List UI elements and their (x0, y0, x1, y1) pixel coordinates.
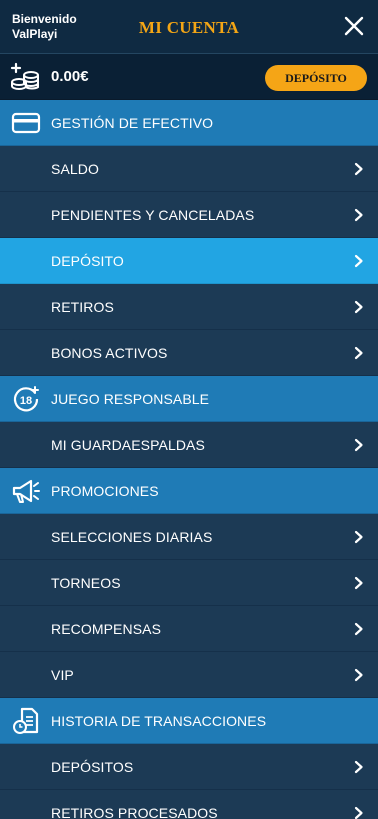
document-clock-icon (13, 707, 39, 734)
menu-item-selecciones-diarias[interactable]: SELECCIONES DIARIAS (0, 514, 378, 560)
chevron-right-icon (354, 806, 363, 819)
chevron-right-icon (354, 576, 363, 590)
chevron-right-icon (354, 208, 363, 222)
menu-item-retiros[interactable]: RETIROS (0, 284, 378, 330)
chevron-right-icon (354, 760, 363, 774)
section-label: JUEGO RESPONSABLE (51, 391, 210, 407)
header: Bienvenido ValPlayi MI CUENTA (0, 0, 378, 54)
age-18-plus-icon: 18 (13, 386, 39, 412)
svg-text:18: 18 (20, 395, 32, 407)
section-label: PROMOCIONES (51, 483, 159, 499)
coins-plus-icon (10, 62, 39, 90)
menu-item-depositos[interactable]: DEPÓSITOS (0, 744, 378, 790)
menu-item-pendientes[interactable]: PENDIENTES Y CANCELADAS (0, 192, 378, 238)
menu-item-recompensas[interactable]: RECOMPENSAS (0, 606, 378, 652)
balance-amount: 0.00€ (51, 68, 89, 85)
section-promotions: PROMOCIONES (0, 468, 378, 514)
section-label: GESTIÓN DE EFECTIVO (51, 115, 214, 131)
chevron-right-icon (354, 622, 363, 636)
menu-item-torneos[interactable]: TORNEOS (0, 560, 378, 606)
credit-card-icon (11, 112, 41, 134)
section-responsible-gaming: 18 JUEGO RESPONSABLE (0, 376, 378, 422)
menu-item-bonos-activos[interactable]: BONOS ACTIVOS (0, 330, 378, 376)
section-transaction-history: HISTORIA DE TRANSACCIONES (0, 698, 378, 744)
chevron-right-icon (354, 438, 363, 452)
section-label: HISTORIA DE TRANSACCIONES (51, 713, 267, 729)
menu-item-label: RETIROS (51, 299, 114, 315)
menu-item-saldo[interactable]: SALDO (0, 146, 378, 192)
menu-item-vip[interactable]: VIP (0, 652, 378, 698)
chevron-right-icon (354, 346, 363, 360)
balance-bar: 0.00€ DEPÓSITO (0, 54, 378, 100)
chevron-right-icon (354, 162, 363, 176)
megaphone-icon (12, 479, 40, 503)
menu-item-label: PENDIENTES Y CANCELADAS (51, 207, 255, 223)
chevron-right-icon (354, 254, 363, 268)
chevron-right-icon (354, 300, 363, 314)
menu-item-label: SELECCIONES DIARIAS (51, 529, 213, 545)
menu-item-mi-guardaespaldas[interactable]: MI GUARDAESPALDAS (0, 422, 378, 468)
chevron-right-icon (354, 530, 363, 544)
menu-item-label: RECOMPENSAS (51, 621, 162, 637)
menu-item-label: BONOS ACTIVOS (51, 345, 168, 361)
close-icon[interactable] (342, 14, 366, 38)
menu-item-label: DEPÓSITOS (51, 759, 134, 775)
menu-item-label: MI GUARDAESPALDAS (51, 437, 205, 453)
menu-item-deposito[interactable]: DEPÓSITO (0, 238, 378, 284)
menu-item-label: TORNEOS (51, 575, 121, 591)
page-title: MI CUENTA (138, 18, 240, 37)
deposit-button[interactable]: DEPÓSITO (265, 65, 367, 91)
section-cash-management: GESTIÓN DE EFECTIVO (0, 100, 378, 146)
menu-item-label: VIP (51, 667, 74, 683)
chevron-right-icon (354, 668, 363, 682)
menu-item-label: RETIROS PROCESADOS (51, 805, 218, 819)
menu-item-label: DEPÓSITO (51, 253, 124, 269)
menu-item-label: SALDO (51, 161, 99, 177)
menu-item-retiros-procesados[interactable]: RETIROS PROCESADOS (0, 790, 378, 819)
